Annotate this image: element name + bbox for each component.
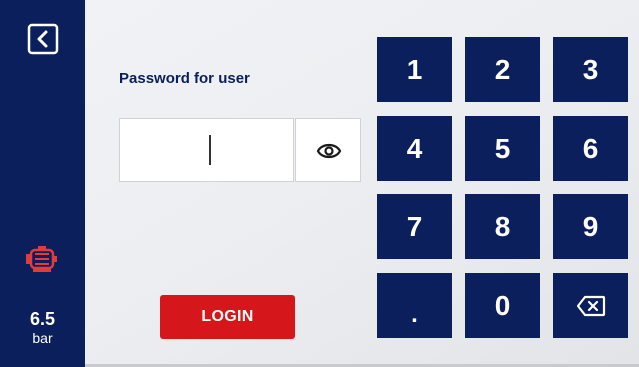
login-button[interactable]: LOGIN (160, 295, 295, 339)
eye-icon (316, 143, 342, 159)
text-caret (209, 135, 211, 165)
key-5[interactable]: 5 (465, 116, 540, 181)
key-decimal-label: . (411, 300, 418, 328)
password-label: Password for user (119, 70, 250, 87)
pressure-readout: 6.5 bar (0, 308, 85, 346)
key-1[interactable]: 1 (377, 37, 452, 102)
key-0[interactable]: 0 (465, 273, 540, 338)
pressure-value: 6.5 (29, 309, 56, 329)
key-6[interactable]: 6 (553, 116, 628, 181)
password-input[interactable] (119, 118, 294, 182)
key-4[interactable]: 4 (377, 116, 452, 181)
pressure-unit: bar (32, 330, 53, 346)
show-password-button[interactable] (295, 118, 361, 182)
key-2[interactable]: 2 (465, 37, 540, 102)
key-3[interactable]: 3 (553, 37, 628, 102)
backspace-button[interactable] (553, 273, 628, 338)
motor-icon (22, 240, 62, 280)
chevron-left-icon (27, 23, 59, 55)
sidebar: 6.5 bar (0, 0, 85, 367)
key-9[interactable]: 9 (553, 194, 628, 259)
key-8[interactable]: 8 (465, 194, 540, 259)
backspace-icon (576, 295, 605, 316)
back-button[interactable] (27, 23, 61, 57)
key-decimal[interactable]: . (377, 273, 452, 338)
key-7[interactable]: 7 (377, 194, 452, 259)
